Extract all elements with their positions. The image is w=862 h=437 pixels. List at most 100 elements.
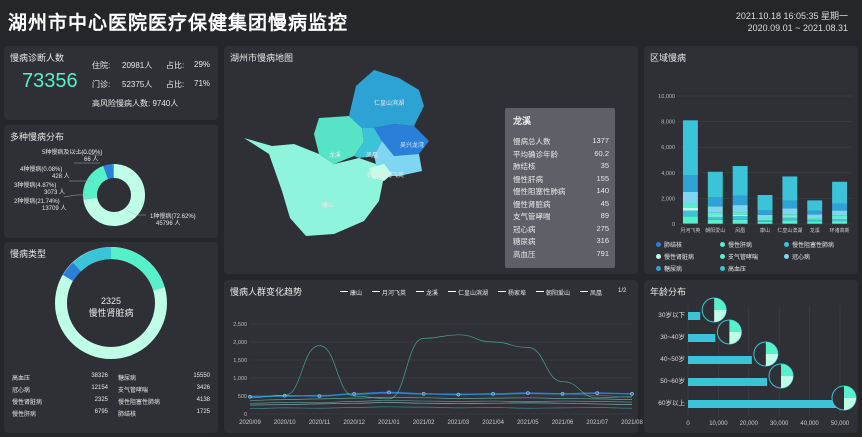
tooltip-row-label: 冠心病 xyxy=(513,224,536,234)
series-line[interactable] xyxy=(249,397,633,401)
bar-segment[interactable] xyxy=(807,200,823,211)
data-point[interactable] xyxy=(630,392,634,396)
disease-types-panel: 慢病类型 2325 慢性肾脏病 高血压 38326 糖尿病 15550 冠心病 12154… xyxy=(4,242,218,433)
multi-slice-2[interactable] xyxy=(83,165,109,200)
bar-segment[interactable] xyxy=(682,175,698,192)
bar-segment[interactable] xyxy=(782,176,798,201)
legend-dot xyxy=(784,254,789,259)
bar-segment[interactable] xyxy=(807,214,823,219)
bar-segment[interactable] xyxy=(682,216,698,224)
bar-segment[interactable] xyxy=(807,219,823,222)
legend-label[interactable]: 龙溪 xyxy=(426,288,438,297)
legend-label[interactable]: 朝阳爱山 xyxy=(546,288,570,297)
bar-segment[interactable] xyxy=(782,220,798,224)
tooltip-row: 平均确诊年龄 60.2 xyxy=(513,149,609,160)
age-mini-pie-wedge xyxy=(844,398,856,410)
bar-segment[interactable] xyxy=(682,223,698,224)
data-point[interactable] xyxy=(491,392,495,396)
legend-label[interactable]: 康山 xyxy=(350,288,362,297)
multi-slice-3[interactable] xyxy=(103,164,114,180)
high-risk-count: 高风险慢病人数: 9740人 xyxy=(92,99,179,108)
bar-segment[interactable] xyxy=(757,214,773,219)
age-mini-pie-wedge xyxy=(729,320,742,332)
bar-segment[interactable] xyxy=(732,215,748,220)
bar-segment[interactable] xyxy=(832,181,848,204)
bar-segment[interactable] xyxy=(682,203,698,208)
bar-segment[interactable] xyxy=(757,218,773,220)
bar-segment[interactable] xyxy=(732,195,748,206)
bar-segment[interactable] xyxy=(707,212,723,216)
age-bar[interactable] xyxy=(688,356,752,364)
data-point[interactable] xyxy=(456,392,461,397)
bar-segment[interactable] xyxy=(757,220,773,222)
bar-segment[interactable] xyxy=(732,212,748,215)
bar-segment[interactable] xyxy=(682,210,698,217)
bar-segment[interactable] xyxy=(707,215,723,217)
age-mini-pie-wedge xyxy=(765,354,778,366)
bar-segment[interactable] xyxy=(682,208,698,211)
y-category-label: 30岁以下 xyxy=(658,310,685,319)
data-point[interactable] xyxy=(352,392,356,396)
bar-segment[interactable] xyxy=(782,217,798,221)
bar-segment[interactable] xyxy=(757,221,773,224)
legend-label[interactable]: 仁皇山滨湖 xyxy=(458,288,488,297)
trend-line-chart[interactable]: 0 500 1,000 1,500 2,000 2,500 2020/09 2020/10 20… xyxy=(224,280,643,433)
legend-marker xyxy=(580,291,588,292)
bar-segment[interactable] xyxy=(707,197,723,207)
bar-segment[interactable] xyxy=(757,210,773,215)
age-mini-pie-wedge xyxy=(714,298,727,310)
age-bar[interactable] xyxy=(688,312,701,320)
type-value: 1725 xyxy=(196,409,210,415)
bar-segment[interactable] xyxy=(807,221,823,224)
bar-segment[interactable] xyxy=(782,208,798,215)
y-tick-label: 6,000 xyxy=(661,145,675,151)
bar-segment[interactable] xyxy=(707,171,723,198)
bar-segment[interactable] xyxy=(807,210,823,215)
x-tick-label: 2020/09 xyxy=(239,420,261,426)
bar-segment[interactable] xyxy=(832,210,848,216)
y-category-label: 40~50岁 xyxy=(660,354,685,363)
bar-segment[interactable] xyxy=(832,203,848,211)
bar-segment[interactable] xyxy=(782,200,798,209)
series-line[interactable] xyxy=(249,334,633,400)
bar-segment[interactable] xyxy=(832,217,848,219)
series-line[interactable] xyxy=(249,406,633,409)
bar-segment[interactable] xyxy=(732,166,748,196)
bar-segment[interactable] xyxy=(732,214,748,216)
age-bar[interactable] xyxy=(688,400,840,408)
bar-segment[interactable] xyxy=(732,219,748,224)
bar-segment[interactable] xyxy=(707,216,723,220)
inpatient-count: 20981人 xyxy=(122,61,153,70)
age-bar[interactable] xyxy=(688,334,716,342)
series-line[interactable] xyxy=(249,399,633,404)
bar-segment[interactable] xyxy=(832,215,848,218)
bar-segment[interactable] xyxy=(782,216,798,218)
legend-label[interactable]: 凤凰 xyxy=(590,288,602,297)
bar-segment[interactable] xyxy=(707,206,723,213)
bar-segment[interactable] xyxy=(807,219,823,220)
data-point[interactable] xyxy=(526,391,530,395)
data-point[interactable] xyxy=(595,391,600,395)
type-name: 高血压 xyxy=(12,376,31,382)
bar-segment[interactable] xyxy=(782,214,798,217)
bar-segment[interactable] xyxy=(757,219,773,221)
bar-segment[interactable] xyxy=(832,221,848,224)
legend-label[interactable]: 月河飞英 xyxy=(382,288,406,297)
age-bar-chart[interactable]: 0 10,000 20,000 30,000 40,000 50,000 30岁以下 30~4… xyxy=(644,280,858,433)
header-range[interactable]: 2020.09.01 ~ 2021.08.31 xyxy=(736,22,848,34)
bar-segment[interactable] xyxy=(682,192,698,204)
bar-segment[interactable] xyxy=(682,120,698,176)
type-name: 糖尿病 xyxy=(118,376,137,382)
age-bar[interactable] xyxy=(688,378,768,386)
inpatient-label: 住院: xyxy=(92,61,111,70)
bar-segment[interactable] xyxy=(832,218,848,222)
bar-segment[interactable] xyxy=(757,195,773,211)
data-point[interactable] xyxy=(421,392,426,396)
bar-segment[interactable] xyxy=(732,205,748,213)
bar-segment[interactable] xyxy=(707,219,723,224)
data-point[interactable] xyxy=(560,392,565,396)
legend-label[interactable]: 杨家埠 xyxy=(508,288,526,297)
data-point[interactable] xyxy=(317,394,322,398)
y-tick-label: 0 xyxy=(672,222,675,228)
bar-segment[interactable] xyxy=(807,218,823,220)
